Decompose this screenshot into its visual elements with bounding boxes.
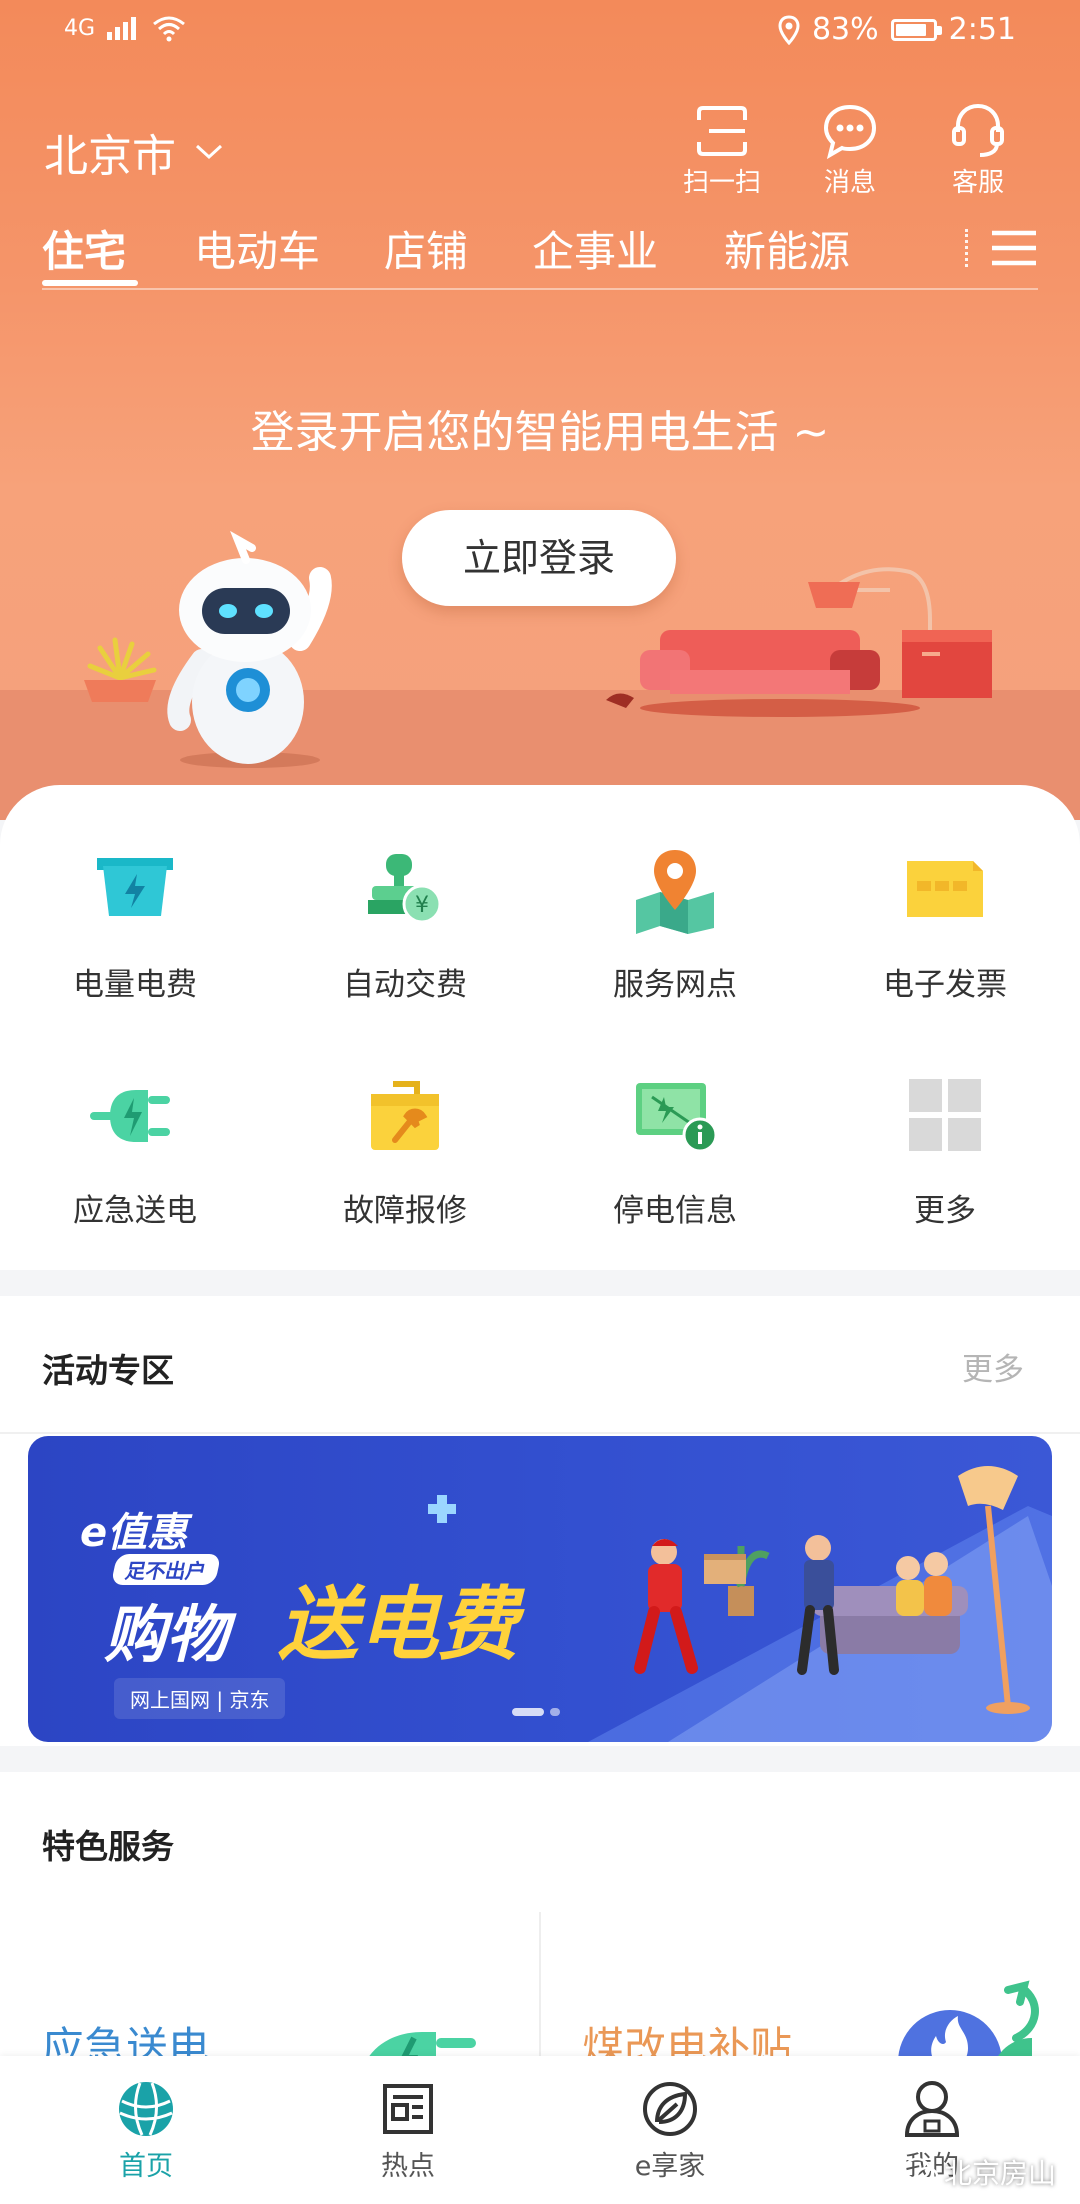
hero-headline: 登录开启您的智能用电生活 ~ [250, 407, 830, 458]
more-grid-icon [909, 1079, 981, 1151]
tab-divider [965, 229, 968, 267]
message-label: 消息 [823, 168, 876, 198]
section-divider [0, 1432, 1080, 1434]
featured-divider [539, 1912, 541, 2072]
scan-button[interactable]: 扫一扫 [680, 100, 764, 199]
service-label: 应急送电 [73, 1193, 197, 1229]
category-tabs: 住宅 电动车 店铺 企事业 新能源 [42, 218, 1038, 290]
svg-text:¥: ¥ [415, 893, 429, 918]
profile-icon [904, 2081, 960, 2137]
tab-electric-vehicle[interactable]: 电动车 [194, 218, 320, 279]
activity-more-link[interactable]: 更多 [962, 1344, 1024, 1389]
home-globe-icon [119, 2082, 173, 2136]
service-point-icon [636, 850, 714, 934]
sofa-illustration [606, 567, 992, 717]
tab-new-energy[interactable]: 新能源 [724, 218, 850, 279]
service-outage-info[interactable]: 停电信息 [540, 1059, 810, 1230]
news-icon [383, 2084, 433, 2134]
city-selector[interactable]: 北京市 [44, 120, 224, 184]
nav-hot[interactable]: 热点 [338, 2074, 478, 2183]
tab-shop[interactable]: 店铺 [384, 218, 468, 279]
customer-service-button[interactable]: 客服 [936, 100, 1020, 199]
menu-icon [992, 230, 1036, 266]
service-label: 自动交费 [343, 967, 467, 1003]
banner-headline-yellow: 送电费 [278, 1578, 518, 1671]
service-auto-pay[interactable]: ¥ 自动交费 [270, 833, 540, 1004]
service-label: 故障报修 [343, 1193, 467, 1229]
electricity-bill-icon [97, 858, 173, 916]
service-label: 电子发票 [883, 967, 1007, 1003]
city-name: 北京市 [44, 131, 176, 182]
banner-headline-white: 购物 [104, 1598, 229, 1671]
scan-label: 扫一扫 [682, 168, 761, 198]
tab-enterprise[interactable]: 企事业 [532, 218, 658, 279]
battery-icon [890, 18, 942, 41]
network-label: 4G [64, 15, 96, 41]
leaf-icon [643, 2082, 697, 2136]
tab-menu-button[interactable] [965, 228, 1038, 268]
service-label: 更多 [914, 1193, 976, 1229]
e-invoice-icon [907, 861, 983, 917]
nav-e-home-label: e享家 [634, 2151, 706, 2182]
service-more[interactable]: 更多 [810, 1059, 1080, 1230]
active-tab-indicator [42, 280, 138, 286]
message-button[interactable]: 消息 [808, 100, 892, 199]
clock: 2:51 [948, 12, 1016, 47]
activity-title: 活动专区 [42, 1351, 174, 1390]
bottom-nav: 首页 热点 e享家 我的 北京房山 [0, 2056, 1080, 2204]
service-label: 电量电费 [73, 967, 197, 1003]
nav-e-home[interactable]: e享家 [600, 2074, 740, 2183]
service-electricity-bill[interactable]: 电量电费 [0, 833, 270, 1004]
nav-home-label: 首页 [119, 2151, 173, 2182]
carousel-dot-active [512, 1708, 544, 1716]
repair-icon [371, 1081, 439, 1150]
service-emergency-power[interactable]: 应急送电 [0, 1059, 270, 1230]
battery-fill [895, 23, 926, 36]
location-icon [778, 14, 800, 45]
banner-brand: e值惠 [80, 1510, 188, 1556]
auto-pay-icon: ¥ [368, 854, 442, 924]
chevron-down-icon [195, 144, 223, 160]
tab-residential[interactable]: 住宅 [42, 218, 126, 279]
service-label: 服务网点 [613, 967, 737, 1003]
nav-home[interactable]: 首页 [76, 2074, 216, 2183]
status-bar: 4G 83% 2:51 [0, 0, 1080, 66]
message-icon [823, 104, 877, 159]
featured-title: 特色服务 [42, 1827, 174, 1866]
scan-icon [697, 106, 747, 156]
promo-banner[interactable]: e值惠 足不出户 购物 送电费 网上国网 | 京东 [28, 1436, 1052, 1742]
service-repair[interactable]: 故障报修 [270, 1059, 540, 1230]
watermark: 北京房山 [903, 2152, 1056, 2192]
wechat-icon [903, 2158, 938, 2186]
watermark-text: 北京房山 [943, 2157, 1056, 2190]
service-grid: 电量电费 ¥ 自动交费 服务网点 电子发票 应急送电 故障报修 停电信息 更多 [0, 785, 1080, 1270]
headset-icon [952, 103, 1004, 157]
wifi-icon [153, 16, 185, 42]
outage-info-icon [636, 1083, 718, 1153]
carousel-indicator [512, 1708, 560, 1716]
customer-service-label: 客服 [951, 168, 1004, 198]
carousel-dot [550, 1708, 560, 1716]
banner-tag: 足不出户 [110, 1554, 222, 1585]
nav-hot-label: 热点 [381, 2151, 435, 2182]
featured-services-section: 特色服务 应急送电 煤改电补贴 [0, 1772, 1080, 2072]
service-label: 停电信息 [613, 1193, 737, 1229]
hero-section: 4G 83% 2:51 北京市 扫一扫 消息 客服 住宅 电动车 店铺 企事业 … [0, 0, 1080, 820]
activity-section: 活动专区 更多 e值惠 足不出户 购物 送电费 网上国网 | 京东 [0, 1296, 1080, 1746]
status-left: 4G [64, 14, 187, 42]
robot-mascot-illustration [167, 530, 332, 768]
emergency-power-icon [90, 1090, 170, 1142]
service-service-point[interactable]: 服务网点 [540, 833, 810, 1004]
battery-percent: 83% [811, 12, 879, 47]
service-e-invoice[interactable]: 电子发票 [810, 833, 1080, 1004]
signal-icon [107, 17, 137, 40]
header-actions: 扫一扫 消息 客服 [680, 100, 1020, 199]
banner-partners: 网上国网 | 京东 [114, 1678, 286, 1719]
plant-illustration [84, 637, 157, 702]
status-right: 83% 2:51 [778, 12, 1016, 47]
